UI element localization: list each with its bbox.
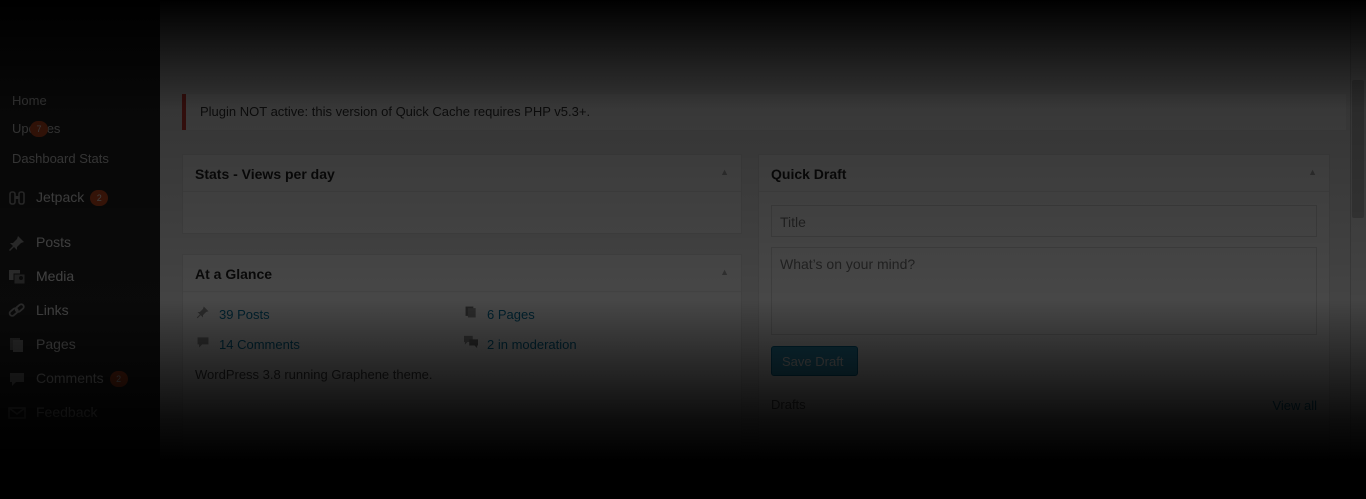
glance-moderation-link[interactable]: 2 in moderation xyxy=(463,335,577,352)
page-scrollbar[interactable] xyxy=(1350,0,1366,499)
sidebar-item-jetpack[interactable]: Jetpack 2 xyxy=(0,181,160,215)
notice-text: Plugin NOT active: this version of Quick… xyxy=(200,104,591,119)
submenu-home[interactable]: Home xyxy=(0,93,160,111)
quick-draft-header[interactable]: Quick Draft ▲ xyxy=(759,155,1329,192)
save-draft-label: Save Draft xyxy=(782,354,844,369)
sidebar-item-links[interactable]: Links xyxy=(0,294,160,328)
updates-count-badge: 7 xyxy=(30,121,48,137)
pin-icon xyxy=(8,235,26,251)
collapse-toggle-icon[interactable]: ▲ xyxy=(720,167,729,177)
sidebar-item-comments-text: Comments 2 xyxy=(36,370,128,388)
sidebar-item-media-label: Media xyxy=(36,268,75,284)
sidebar-item-pages-label: Pages xyxy=(36,336,76,352)
draft-title-input[interactable]: Title xyxy=(771,205,1317,237)
drafts-heading: Drafts xyxy=(771,397,806,412)
draft-content-textarea[interactable]: What’s on your mind? xyxy=(771,247,1317,335)
submenu-dashboard-stats[interactable]: Dashboard Stats xyxy=(0,151,160,169)
scrollbar-thumb[interactable] xyxy=(1352,80,1364,218)
feedback-icon xyxy=(8,405,26,421)
wp-version-text: WordPress 3.8 running Graphene theme. xyxy=(195,367,433,382)
draft-title-placeholder: Title xyxy=(780,214,806,230)
glance-posts-label: 39 Posts xyxy=(219,307,270,322)
jetpack-icon xyxy=(8,190,26,206)
submenu-updates[interactable]: Updates7 xyxy=(0,121,160,139)
admin-sidebar: Home Updates7 Dashboard Stats Jetpack 2 P… xyxy=(0,0,160,499)
sidebar-item-media[interactable]: Media xyxy=(0,260,160,294)
sidebar-item-pages[interactable]: Pages xyxy=(0,328,160,362)
glance-widget-title: At a Glance xyxy=(195,266,273,282)
stats-widget-title: Stats - Views per day xyxy=(195,166,335,182)
media-icon xyxy=(8,269,26,285)
collapse-toggle-icon[interactable]: ▲ xyxy=(1308,167,1317,177)
glance-comments-label: 14 Comments xyxy=(219,337,300,352)
sidebar-item-feedback-label: Feedback xyxy=(36,404,98,420)
sidebar-item-posts[interactable]: Posts xyxy=(0,226,160,260)
sidebar-item-jetpack-text: Jetpack 2 xyxy=(36,189,109,207)
glance-widget-header[interactable]: At a Glance ▲ xyxy=(183,255,741,292)
comment-icon xyxy=(195,335,211,352)
link-icon xyxy=(8,303,26,319)
sidebar-item-feedback[interactable]: Feedback xyxy=(0,396,160,430)
comment-icon xyxy=(8,371,26,387)
comments-moderation-icon xyxy=(463,335,479,352)
glance-moderation-label: 2 in moderation xyxy=(487,337,577,352)
comments-count-badge: 2 xyxy=(109,371,128,388)
sidebar-item-comments-label: Comments xyxy=(36,370,104,386)
quick-draft-title: Quick Draft xyxy=(771,166,847,182)
sidebar-item-jetpack-label: Jetpack xyxy=(36,189,85,205)
at-a-glance-widget: At a Glance ▲ 39 Posts 6 Pages 14 Commen… xyxy=(182,254,742,466)
glance-posts-link[interactable]: 39 Posts xyxy=(195,305,270,322)
glance-pages-link[interactable]: 6 Pages xyxy=(463,305,535,322)
submenu-home-label: Home xyxy=(12,93,47,108)
plugin-error-notice: Plugin NOT active: this version of Quick… xyxy=(182,94,1346,130)
submenu-updates-wrap: Updates7 xyxy=(12,121,60,137)
draft-content-placeholder: What’s on your mind? xyxy=(780,256,916,272)
stats-widget-header[interactable]: Stats - Views per day ▲ xyxy=(183,155,741,192)
quick-draft-widget: Quick Draft ▲ Title What’s on your mind?… xyxy=(758,154,1330,466)
view-all-drafts-link[interactable]: View all xyxy=(1272,398,1317,413)
sidebar-item-posts-label: Posts xyxy=(36,234,72,250)
pages-icon xyxy=(463,305,479,322)
stats-widget: Stats - Views per day ▲ xyxy=(182,154,742,234)
glance-pages-label: 6 Pages xyxy=(487,307,535,322)
jetpack-count-badge: 2 xyxy=(90,190,109,207)
glance-comments-link[interactable]: 14 Comments xyxy=(195,335,300,352)
collapse-toggle-icon[interactable]: ▲ xyxy=(720,267,729,277)
sidebar-item-comments[interactable]: Comments 2 xyxy=(0,362,160,396)
sidebar-item-links-label: Links xyxy=(36,302,69,318)
pages-icon xyxy=(8,337,26,353)
wp-admin-dashboard: Home Updates7 Dashboard Stats Jetpack 2 P… xyxy=(0,0,1366,499)
submenu-dashboard-stats-label: Dashboard Stats xyxy=(12,151,109,166)
save-draft-button[interactable]: Save Draft xyxy=(771,346,858,376)
pin-icon xyxy=(195,305,211,322)
